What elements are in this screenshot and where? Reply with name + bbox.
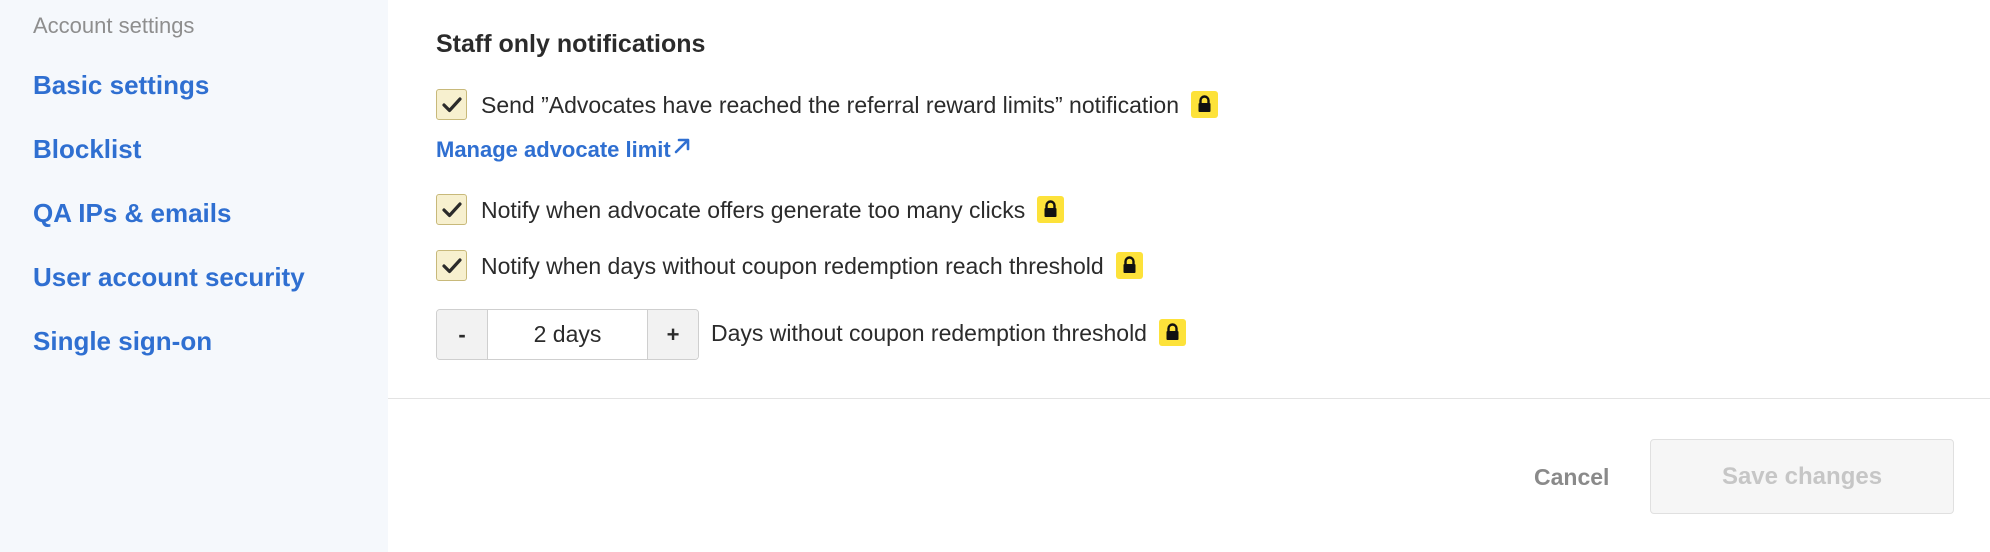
- increment-button[interactable]: +: [647, 310, 698, 359]
- footer-divider: [388, 398, 1990, 399]
- days-threshold-label: Days without coupon redemption threshold: [711, 320, 1147, 346]
- lock-icon: [1115, 252, 1143, 280]
- referral-limit-notification-label: Send ”Advocates have reached the referra…: [481, 92, 1180, 118]
- too-many-clicks-checkbox[interactable]: [436, 194, 467, 225]
- section-title: Staff only notifications: [436, 30, 706, 58]
- decrement-button[interactable]: -: [437, 310, 488, 359]
- lock-icon: [1191, 91, 1219, 119]
- sidebar-item-blocklist[interactable]: Blocklist: [33, 134, 141, 165]
- days-threshold-input[interactable]: [488, 310, 647, 359]
- save-changes-button[interactable]: Save changes: [1650, 439, 1954, 514]
- lock-icon: [1158, 319, 1186, 347]
- sidebar-heading: Account settings: [33, 13, 195, 38]
- sidebar-item-basic-settings[interactable]: Basic settings: [33, 70, 209, 101]
- sidebar-item-qa-ips-emails[interactable]: QA IPs & emails: [33, 198, 231, 229]
- sidebar: Account settings Basic settings Blocklis…: [0, 0, 388, 552]
- lock-icon: [1037, 196, 1065, 224]
- days-threshold-stepper: - +: [436, 309, 699, 360]
- manage-advocate-limit-link[interactable]: Manage advocate limit: [436, 137, 691, 164]
- cancel-button[interactable]: Cancel: [1534, 464, 1609, 491]
- coupon-threshold-option: Notify when days without coupon redempti…: [481, 252, 1143, 281]
- referral-limit-notification-checkbox[interactable]: [436, 89, 467, 120]
- sidebar-item-user-account-security[interactable]: User account security: [33, 262, 305, 293]
- coupon-threshold-label: Notify when days without coupon redempti…: [481, 253, 1104, 279]
- days-threshold-option: Days without coupon redemption threshold: [711, 319, 1186, 348]
- manage-advocate-limit-label: Manage advocate limit: [436, 137, 671, 162]
- main-content: Staff only notifications Send ”Advocates…: [388, 0, 1990, 552]
- check-icon: [441, 257, 462, 273]
- too-many-clicks-option: Notify when advocate offers generate too…: [481, 196, 1065, 225]
- coupon-threshold-checkbox[interactable]: [436, 250, 467, 281]
- sidebar-item-single-sign-on[interactable]: Single sign-on: [33, 326, 212, 357]
- check-icon: [441, 96, 462, 112]
- referral-limit-notification-option: Send ”Advocates have reached the referra…: [481, 91, 1219, 120]
- too-many-clicks-label: Notify when advocate offers generate too…: [481, 197, 1026, 223]
- check-icon: [441, 201, 462, 217]
- external-link-icon: [673, 135, 691, 161]
